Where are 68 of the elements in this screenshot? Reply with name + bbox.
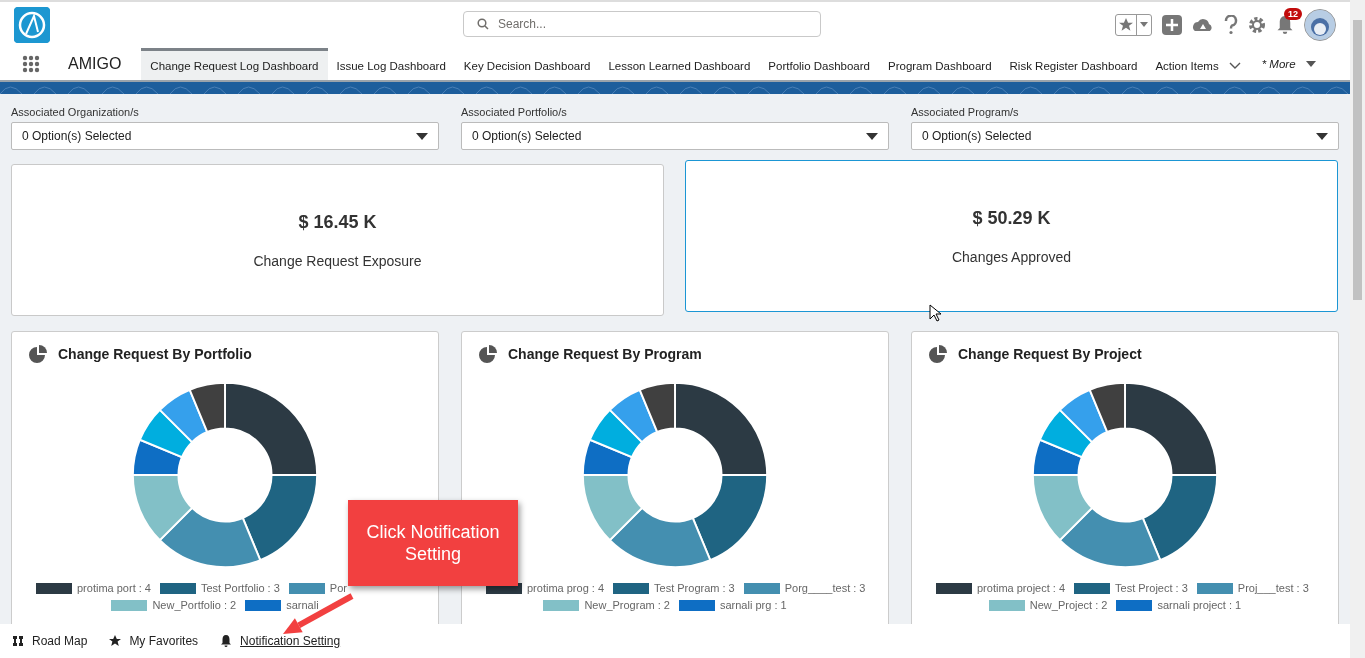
kpi-card[interactable]: $ 16.45 K Change Request Exposure	[11, 164, 664, 316]
kpi-label: Changes Approved	[951, 248, 1072, 265]
legend-label: Test Project : 3	[1115, 582, 1188, 594]
chart-title: Change Request By Portfolio	[58, 346, 252, 362]
star-icon	[109, 635, 122, 647]
legend-label: Test Portfolio : 3	[201, 582, 280, 594]
chart-title: Change Request By Program	[508, 346, 702, 362]
kpi-label: Change Request Exposure	[253, 252, 422, 269]
more-tab[interactable]: * More	[1249, 48, 1322, 80]
notification-count: 12	[1284, 8, 1302, 20]
filter-label: Associated Program/s	[911, 106, 1020, 118]
nav-tab[interactable]: Change Request Log Dashboard	[141, 48, 328, 80]
nav-tab[interactable]: Issue Log Dashboard	[327, 48, 455, 80]
callout-text: Click Notification Setting	[348, 500, 518, 586]
caret-icon	[866, 132, 878, 140]
app-launcher-icon[interactable]	[22, 55, 40, 73]
caret-icon	[1140, 22, 1148, 28]
pie-chart-icon	[478, 344, 498, 364]
nav-tab[interactable]: Program Dashboard	[879, 48, 1001, 80]
legend-label: Proj___test : 3	[1237, 582, 1309, 594]
filter-dropdown[interactable]: 0 Option(s) Selected	[461, 122, 889, 150]
legend-label: sarnali project : 1	[1157, 599, 1242, 611]
kpi-value: $ 16.45 K	[298, 211, 377, 233]
footer-link[interactable]: Notification Setting	[220, 634, 341, 648]
pie-chart-icon	[28, 344, 48, 364]
favorites-button[interactable]	[1115, 14, 1152, 36]
pie-chart-icon	[928, 344, 948, 364]
add-icon[interactable]	[1162, 15, 1182, 35]
kpi-value: $ 50.29 K	[972, 207, 1051, 229]
filter-dropdown[interactable]: 0 Option(s) Selected	[11, 122, 439, 150]
caret-icon	[416, 132, 428, 140]
kpi-card[interactable]: $ 50.29 K Changes Approved	[685, 160, 1338, 312]
nav-tab[interactable]: Key Decision Dashboard	[454, 48, 600, 80]
nav-tab[interactable]: Risk Register Dashboard	[1000, 48, 1147, 80]
bell-icon	[220, 635, 233, 647]
footer-link[interactable]: Road Map	[12, 634, 88, 648]
legend-label: New_Program : 2	[584, 599, 670, 611]
filter-label: Associated Portfolio/s	[461, 106, 568, 118]
legend-label: protima project : 4	[977, 582, 1066, 594]
star-icon	[1119, 18, 1133, 32]
legend-label: Porg____test : 3	[784, 582, 866, 594]
legend-label: protima port : 4	[77, 582, 151, 594]
app-logo-icon[interactable]	[14, 7, 50, 43]
legend-label: Test Program : 3	[654, 582, 735, 594]
chart-title: Change Request By Project	[958, 346, 1142, 362]
legend-label: New_Project : 2	[1029, 599, 1108, 611]
legend-label: protima prog : 4	[527, 582, 605, 594]
legend-label: Por	[329, 582, 347, 594]
legend-label: sarnali prg : 1	[719, 599, 787, 611]
app-name: AMIGO	[67, 54, 123, 74]
scrollbar[interactable]	[1350, 0, 1365, 658]
roadmap-icon	[12, 635, 24, 647]
settings-icon[interactable]	[1248, 16, 1266, 34]
search-field[interactable]: Search...	[463, 11, 821, 37]
avatar-icon[interactable]	[1304, 9, 1336, 41]
cursor-icon	[929, 304, 941, 322]
nav-tab[interactable]: Action Items	[1146, 48, 1250, 80]
legend-label: sarnali	[286, 599, 319, 611]
caret-icon	[1305, 60, 1316, 68]
chevron-icon	[1228, 61, 1241, 70]
filter-label: Associated Organization/s	[11, 106, 140, 118]
help-icon[interactable]	[1224, 15, 1238, 35]
footer-link[interactable]: My Favorites	[109, 634, 199, 648]
nav-tab[interactable]: Lesson Learned Dashboard	[599, 48, 760, 80]
nav-tab[interactable]: Portfolio Dashboard	[759, 48, 879, 80]
filter-dropdown[interactable]: 0 Option(s) Selected	[911, 122, 1339, 150]
caret-icon	[1316, 132, 1328, 140]
legend-label: New_Portfolio : 2	[152, 599, 237, 611]
